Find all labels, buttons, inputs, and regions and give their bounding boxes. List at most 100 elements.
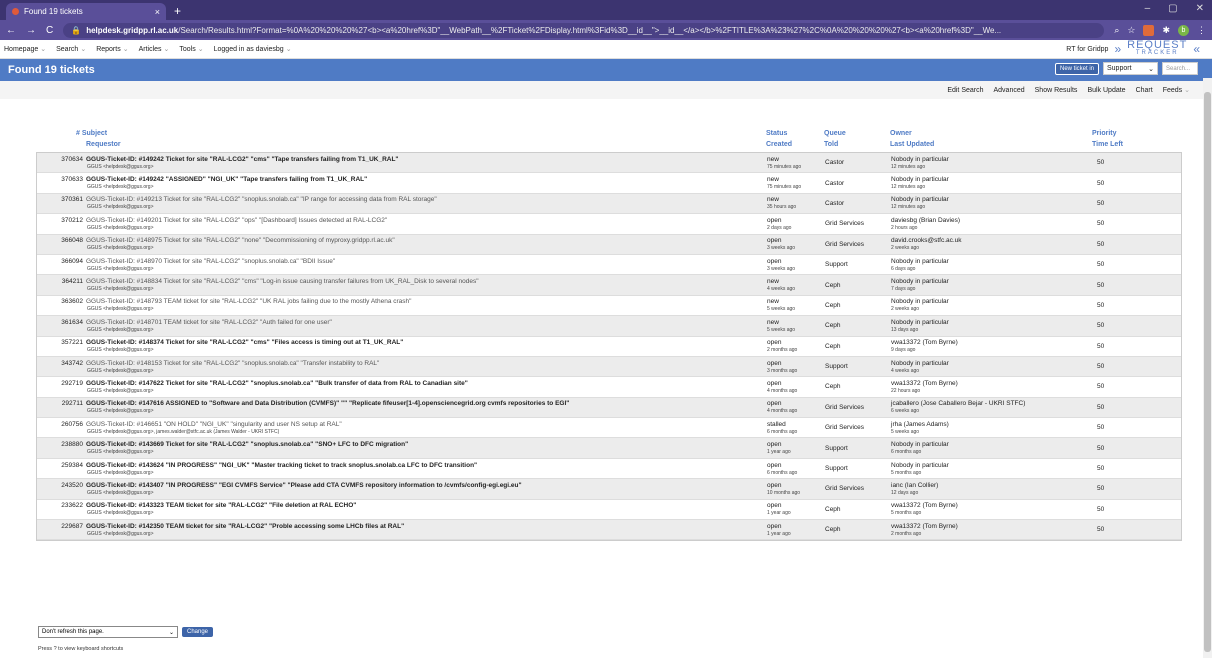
col-time-left[interactable]: Time Left — [1092, 139, 1182, 150]
ticket-id[interactable]: 370361 — [37, 196, 83, 203]
ticket-subject[interactable]: GGUS-Ticket-ID: #148970 Ticket for site … — [86, 258, 335, 265]
col-owner[interactable]: Owner — [890, 128, 1092, 139]
table-row[interactable]: 233622 GGUS-Ticket-ID: #143323 TEAM ticke… — [37, 499, 1181, 521]
menu-homepage[interactable]: Homepage ⌄ — [4, 45, 46, 53]
table-row[interactable]: 243520 GGUS-Ticket-ID: #143407 "IN PROGRE… — [37, 479, 1181, 500]
ticket-id[interactable]: 292711 — [37, 400, 83, 407]
table-row[interactable]: 343742 GGUS-Ticket-ID: #148153 Ticket for… — [37, 356, 1181, 378]
ticket-id[interactable]: 238880 — [37, 441, 83, 448]
col-priority[interactable]: Priority — [1092, 128, 1182, 139]
table-row[interactable]: 370634 GGUS-Ticket-ID: #149242 Ticket for… — [37, 153, 1181, 174]
ticket-subject[interactable]: GGUS-Ticket-ID: #147622 Ticket for site … — [86, 380, 468, 387]
table-row[interactable]: 357221 GGUS-Ticket-ID: #148374 Ticket for… — [37, 336, 1181, 357]
feeds-link[interactable]: Feeds ⌄ — [1163, 86, 1190, 94]
ticket-id[interactable]: 370634 — [37, 156, 83, 163]
ticket-id[interactable]: 370633 — [37, 176, 83, 183]
table-row[interactable]: 364211 GGUS-Ticket-ID: #148834 Ticket for… — [37, 275, 1181, 296]
table-row[interactable]: 363602 GGUS-Ticket-ID: #148793 TEAM ticke… — [37, 295, 1181, 317]
ticket-subject[interactable]: GGUS-Ticket-ID: #142350 TEAM ticket for … — [86, 523, 404, 530]
maximize-icon[interactable]: ▢ — [1168, 3, 1177, 14]
refresh-select[interactable]: Don't refresh this page. ⌄ — [38, 626, 178, 638]
request-tracker-logo[interactable]: REQUEST TRACKER — [1127, 40, 1187, 57]
ticket-subject[interactable]: GGUS-Ticket-ID: #147616 ASSIGNED to "Sof… — [86, 400, 569, 407]
table-row[interactable]: 361634 GGUS-Ticket-ID: #148701 TEAM ticke… — [37, 316, 1181, 337]
ticket-id[interactable]: 361634 — [37, 319, 83, 326]
ticket-id[interactable]: 260756 — [37, 421, 83, 428]
new-tab-button[interactable]: + — [174, 4, 181, 18]
ticket-subject[interactable]: GGUS-Ticket-ID: #143407 "IN PROGRESS" "E… — [86, 482, 522, 489]
ticket-id[interactable]: 259384 — [37, 462, 83, 469]
extensions-puzzle-icon[interactable]: ✱ — [1162, 25, 1170, 36]
ticket-id[interactable]: 292719 — [37, 380, 83, 387]
minimize-icon[interactable]: – — [1145, 3, 1151, 14]
ticket-id[interactable]: 229687 — [37, 523, 83, 530]
back-icon[interactable]: ← — [6, 25, 16, 36]
ticket-subject[interactable]: GGUS-Ticket-ID: #146651 "ON HOLD" "NGI_U… — [86, 421, 342, 428]
reload-icon[interactable]: C — [46, 25, 53, 36]
table-row[interactable]: 238880 GGUS-Ticket-ID: #143669 Ticket for… — [37, 438, 1181, 459]
table-row[interactable]: 292711 GGUS-Ticket-ID: #147616 ASSIGNED t… — [37, 397, 1181, 419]
ticket-id[interactable]: 233622 — [37, 502, 83, 509]
new-ticket-button[interactable]: New ticket in — [1054, 62, 1099, 75]
zoom-icon[interactable]: ⌕ — [1114, 25, 1119, 36]
extension-icon[interactable] — [1143, 24, 1155, 36]
table-row[interactable]: 366048 GGUS-Ticket-ID: #148975 Ticket for… — [37, 234, 1181, 255]
browser-menu-icon[interactable]: ⋮ — [1197, 25, 1206, 36]
table-row[interactable]: 292719 GGUS-Ticket-ID: #147622 Ticket for… — [37, 377, 1181, 398]
menu-tools[interactable]: Tools ⌄ — [179, 45, 203, 53]
ticket-subject[interactable]: GGUS-Ticket-ID: #143624 "IN PROGRESS" "N… — [86, 462, 477, 469]
menu-reports[interactable]: Reports ⌄ — [96, 45, 128, 53]
ticket-id[interactable]: 357221 — [37, 339, 83, 346]
table-row[interactable]: 366094 GGUS-Ticket-ID: #148970 Ticket for… — [37, 254, 1181, 276]
col-header-id-subject[interactable]: # Subject — [36, 128, 766, 139]
url-field[interactable]: 🔒 helpdesk.gridpp.rl.ac.uk /Search/Resul… — [63, 22, 1105, 38]
profile-avatar[interactable]: b — [1178, 24, 1189, 36]
change-button[interactable]: Change — [182, 627, 214, 637]
ticket-subject[interactable]: GGUS-Ticket-ID: #149213 Ticket for site … — [86, 196, 437, 203]
ticket-subject[interactable]: GGUS-Ticket-ID: #143323 TEAM ticket for … — [86, 502, 356, 509]
ticket-id[interactable]: 366048 — [37, 237, 83, 244]
table-row[interactable]: 370361 GGUS-Ticket-ID: #149213 Ticket for… — [37, 193, 1181, 215]
ticket-subject[interactable]: GGUS-Ticket-ID: #149242 Ticket for site … — [86, 156, 399, 163]
forward-icon[interactable]: → — [26, 25, 36, 36]
tab-close-icon[interactable]: × — [155, 7, 160, 17]
ticket-subject[interactable]: GGUS-Ticket-ID: #148975 Ticket for site … — [86, 237, 395, 244]
ticket-id[interactable]: 366094 — [37, 258, 83, 265]
ticket-subject[interactable]: GGUS-Ticket-ID: #148793 TEAM ticket for … — [86, 298, 411, 305]
ticket-id[interactable]: 364211 — [37, 278, 83, 285]
scrollbar-thumb[interactable] — [1204, 92, 1211, 652]
ticket-id[interactable]: 243520 — [37, 482, 83, 489]
chart-link[interactable]: Chart — [1136, 87, 1153, 94]
bookmark-star-icon[interactable]: ☆ — [1127, 25, 1135, 36]
page-scrollbar[interactable] — [1203, 78, 1212, 658]
col-queue[interactable]: Queue — [824, 128, 890, 139]
advanced-link[interactable]: Advanced — [994, 87, 1025, 94]
col-last-updated[interactable]: Last Updated — [890, 139, 1092, 150]
table-row[interactable]: 370212 GGUS-Ticket-ID: #149201 Ticket for… — [37, 214, 1181, 235]
menu-search[interactable]: Search ⌄ — [56, 45, 86, 53]
table-row[interactable]: 259384 GGUS-Ticket-ID: #143624 "IN PROGRE… — [37, 458, 1181, 480]
ticket-subject[interactable]: GGUS-Ticket-ID: #148834 Ticket for site … — [86, 278, 479, 285]
table-row[interactable]: 260756 GGUS-Ticket-ID: #146651 "ON HOLD" … — [37, 418, 1181, 439]
show-results-link[interactable]: Show Results — [1035, 87, 1078, 94]
ticket-subject[interactable]: GGUS-Ticket-ID: #149242 "ASSIGNED" "NGI_… — [86, 176, 367, 183]
table-row[interactable]: 370633 GGUS-Ticket-ID: #149242 "ASSIGNED"… — [37, 173, 1181, 194]
bulk-update-link[interactable]: Bulk Update — [1087, 87, 1125, 94]
col-requestor[interactable]: Requestor — [36, 139, 766, 150]
ticket-id[interactable]: 343742 — [37, 360, 83, 367]
col-status[interactable]: Status — [766, 128, 824, 139]
ticket-subject[interactable]: GGUS-Ticket-ID: #143669 Ticket for site … — [86, 441, 408, 448]
table-row[interactable]: 229687 GGUS-Ticket-ID: #142350 TEAM ticke… — [37, 520, 1181, 541]
col-created[interactable]: Created — [766, 139, 824, 150]
edit-search-link[interactable]: Edit Search — [947, 87, 983, 94]
ticket-subject[interactable]: GGUS-Ticket-ID: #148153 Ticket for site … — [86, 360, 379, 367]
ticket-id[interactable]: 363602 — [37, 298, 83, 305]
ticket-subject[interactable]: GGUS-Ticket-ID: #149201 Ticket for site … — [86, 217, 387, 224]
browser-tab[interactable]: Found 19 tickets × — [6, 3, 166, 20]
ticket-subject[interactable]: GGUS-Ticket-ID: #148374 Ticket for site … — [86, 339, 403, 346]
ticket-subject[interactable]: GGUS-Ticket-ID: #148701 TEAM ticket for … — [86, 319, 332, 326]
col-told[interactable]: Told — [824, 139, 890, 150]
menu-articles[interactable]: Articles ⌄ — [139, 45, 170, 53]
close-window-icon[interactable]: ✕ — [1196, 3, 1204, 14]
search-input[interactable]: Search... — [1162, 62, 1198, 75]
